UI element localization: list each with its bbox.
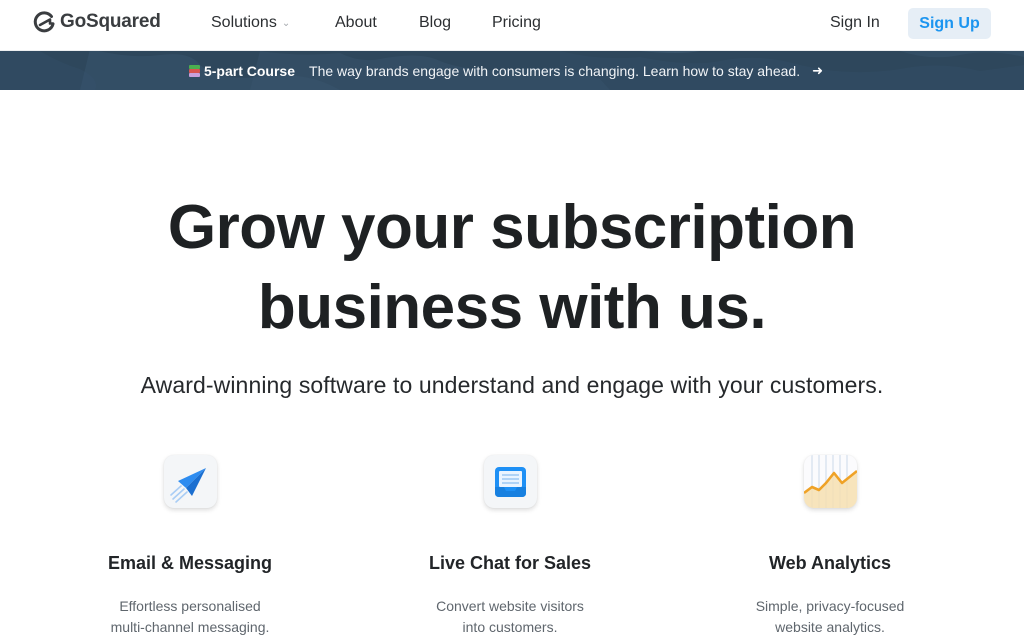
feature-title: Web Analytics <box>768 553 892 573</box>
books-icon <box>188 64 200 77</box>
feature-icon-box <box>163 455 217 508</box>
hero-title-line-1: Grow your subscription <box>167 193 857 262</box>
sign-up-button[interactable]: Sign Up <box>908 8 991 39</box>
gosquared-logo-icon <box>33 11 55 33</box>
nav-link-label: Solutions <box>211 14 277 31</box>
feature-description-line: multi-channel messaging. <box>110 619 270 635</box>
arrow-right-icon: ➜ <box>812 62 823 78</box>
feature-description-line: into customers. <box>462 619 558 635</box>
banner-message: The way brands engage with consumers is … <box>309 62 801 79</box>
hero-title: Grow your subscription business with us. <box>0 188 1024 348</box>
banner-content: 5-part Course The way brands engage with… <box>188 62 823 79</box>
brand-logo[interactable]: GoSquared <box>32 10 161 34</box>
feature-icon-box <box>483 455 537 508</box>
brand-name: GoSquared <box>60 11 161 32</box>
nav-link-about[interactable]: About <box>335 14 377 32</box>
feature-description-line: Effortless personalised <box>119 598 261 614</box>
feature-icon-box <box>803 455 857 508</box>
top-navigation: GoSquared Solutions ⌄ About Blog Pricing … <box>0 0 1024 51</box>
feature-title: Email & Messaging <box>107 553 273 573</box>
feature-description-line: Convert website visitors <box>436 598 584 614</box>
nav-link-pricing[interactable]: Pricing <box>492 14 541 32</box>
hero-title-line-2: business with us. <box>257 273 767 342</box>
feature-description-line: Simple, privacy-focused <box>755 598 905 614</box>
analytics-chart-icon <box>803 455 857 508</box>
feature-description-line: website analytics. <box>775 619 885 635</box>
feature-web-analytics[interactable]: Web Analytics Simple, privacy-focused we… <box>670 455 990 638</box>
paper-plane-icon <box>169 468 206 503</box>
chevron-down-icon: ⌄ <box>281 18 291 29</box>
feature-email-messaging[interactable]: Email & Messaging Effortless personalise… <box>30 455 350 638</box>
feature-description: Simple, privacy-focused website analytic… <box>670 596 990 638</box>
hero-subtitle: Award-winning software to understand and… <box>140 372 884 398</box>
feature-description: Convert website visitors into customers. <box>350 596 670 638</box>
banner-tag: 5-part Course <box>203 62 296 79</box>
feature-description: Effortless personalised multi-channel me… <box>30 596 350 638</box>
feature-live-chat[interactable]: Live Chat for Sales Convert website visi… <box>350 455 670 638</box>
feature-title: Live Chat for Sales <box>428 553 592 573</box>
nav-link-blog[interactable]: Blog <box>419 14 451 32</box>
sign-in-link[interactable]: Sign In <box>830 14 880 32</box>
announcement-banner[interactable]: 5-part Course The way brands engage with… <box>0 51 1024 90</box>
nav-link-solutions[interactable]: Solutions ⌄ <box>211 14 290 32</box>
inbox-tray-icon <box>494 467 526 497</box>
